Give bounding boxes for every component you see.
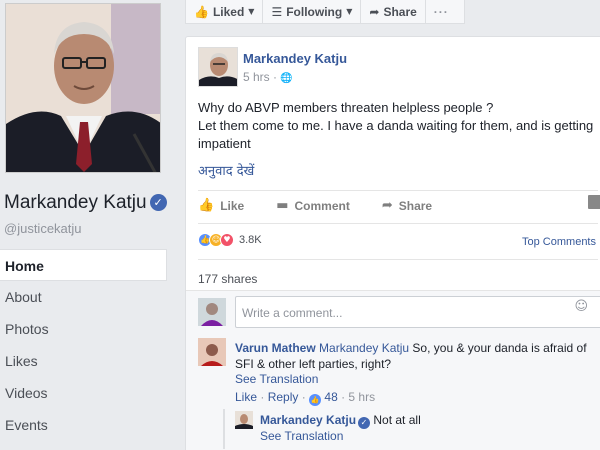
globe-icon: 🌐 xyxy=(280,73,293,84)
page-handle: @justicekatju xyxy=(4,221,82,236)
share-button[interactable]: ➦ Share xyxy=(382,198,432,213)
following-button[interactable]: ☰ Following ▼ xyxy=(263,0,362,24)
nav-item-events[interactable]: Events xyxy=(0,409,167,441)
left-column: Markandey Katju ✓ @justicekatju Home Abou… xyxy=(0,0,175,450)
post-meta: 5 hrs · 🌐 xyxy=(243,70,293,84)
shares-count[interactable]: 177 shares xyxy=(198,272,257,286)
thumbs-up-icon: 👍 xyxy=(198,198,215,213)
profile-photo-image xyxy=(6,4,160,172)
page-action-bar: 👍 Liked ▼ ☰ Following ▼ ➦ Share ··· xyxy=(185,0,465,24)
divider xyxy=(198,190,598,191)
reply-text: Not at all xyxy=(373,413,421,427)
reply-author-name[interactable]: Markandey Katju xyxy=(260,413,356,427)
commenter-name[interactable]: Varun Mathew xyxy=(235,341,316,355)
comment-reply-link[interactable]: Reply xyxy=(268,390,299,404)
following-label: Following xyxy=(286,4,343,19)
reaction-count: 3.8K xyxy=(239,234,262,246)
nav-item-likes[interactable]: Likes xyxy=(0,345,167,377)
reply-see-translation[interactable]: See Translation xyxy=(260,429,343,443)
like-label: Like xyxy=(220,198,245,213)
page-name[interactable]: Markandey Katju ✓ xyxy=(4,192,167,214)
share-arrow-icon: ➦ xyxy=(369,4,380,19)
thumbs-up-icon: 👍 xyxy=(194,4,209,19)
page-share-button[interactable]: ➦ Share xyxy=(361,0,426,24)
post-author-name[interactable]: Markandey Katju xyxy=(243,51,347,66)
post-timestamp[interactable]: 5 hrs xyxy=(243,70,270,84)
see-translation-link[interactable]: अनुवाद देखें xyxy=(198,161,254,179)
comment-button[interactable]: ▬ Comment xyxy=(276,198,350,213)
comment-see-translation[interactable]: See Translation xyxy=(235,372,318,386)
post-author-avatar[interactable] xyxy=(198,47,238,87)
top-comments-toggle[interactable]: Top Comments xyxy=(522,236,596,248)
divider xyxy=(198,259,598,260)
rss-icon: ☰ xyxy=(271,4,283,19)
like-button[interactable]: 👍 Like xyxy=(198,198,244,213)
avatar-image xyxy=(199,48,237,86)
comment-like-count[interactable]: 48 xyxy=(324,390,337,404)
reply-author-avatar[interactable] xyxy=(235,411,253,429)
post-actions: 👍 Like ▬ Comment ➦ Share xyxy=(198,198,598,213)
caret-down-icon: ▼ xyxy=(346,7,353,16)
nav-item-videos[interactable]: Videos xyxy=(0,377,167,409)
current-user-avatar[interactable] xyxy=(198,298,226,326)
emoji-icon[interactable]: ☺ xyxy=(574,299,588,314)
avatar-image xyxy=(198,298,226,326)
comment-input[interactable]: Write a comment... xyxy=(235,296,600,328)
verified-badge-icon: ✓ xyxy=(149,194,167,211)
profile-picture[interactable] xyxy=(5,3,161,173)
post-card: Markandey Katju 5 hrs · 🌐 Why do ABVP me… xyxy=(185,36,600,450)
comment-bubble-icon: ▬ xyxy=(276,198,289,213)
comment-like-link[interactable]: Like xyxy=(235,390,257,404)
liked-label: Liked xyxy=(212,4,245,19)
reply-thread-line xyxy=(223,409,225,449)
comment-meta: Like · Reply · 👍 48 · 5 hrs xyxy=(235,390,376,406)
divider xyxy=(198,223,598,224)
share-label: Share xyxy=(398,198,433,213)
reaction-summary[interactable]: 👍 ☺ ♥ 3.8K xyxy=(198,233,262,247)
reply-body: Markandey Katju ✓ Not at all xyxy=(260,412,421,429)
share-arrow-icon: ➦ xyxy=(381,198,393,213)
like-reaction-icon: 👍 xyxy=(309,394,322,406)
love-reaction-icon: ♥ xyxy=(220,233,234,247)
post-as-avatar[interactable] xyxy=(588,195,600,209)
share-label: Share xyxy=(383,4,417,19)
comment-label: Comment xyxy=(294,198,350,213)
post-text: Why do ABVP members threaten helpless pe… xyxy=(198,100,594,151)
caret-down-icon: ▼ xyxy=(248,7,255,16)
tagged-user[interactable]: Markandey Katju xyxy=(319,341,409,355)
page-nav: Home About Photos Likes Videos Events xyxy=(0,249,167,441)
commenter-avatar[interactable] xyxy=(198,338,226,366)
avatar-image xyxy=(235,411,253,429)
avatar-image xyxy=(198,338,226,366)
comments-section: Write a comment... ☺ Varun Mathew Markan… xyxy=(186,290,600,450)
liked-button[interactable]: 👍 Liked ▼ xyxy=(186,0,264,24)
verified-badge-icon: ✓ xyxy=(358,417,371,429)
nav-item-photos[interactable]: Photos xyxy=(0,313,167,345)
nav-item-about[interactable]: About xyxy=(0,281,167,313)
nav-item-home[interactable]: Home xyxy=(0,249,167,281)
more-options-button[interactable]: ··· xyxy=(426,0,457,24)
comment-timestamp[interactable]: 5 hrs xyxy=(348,390,375,404)
comment-body: Varun Mathew Markandey Katju So, you & y… xyxy=(235,340,595,372)
